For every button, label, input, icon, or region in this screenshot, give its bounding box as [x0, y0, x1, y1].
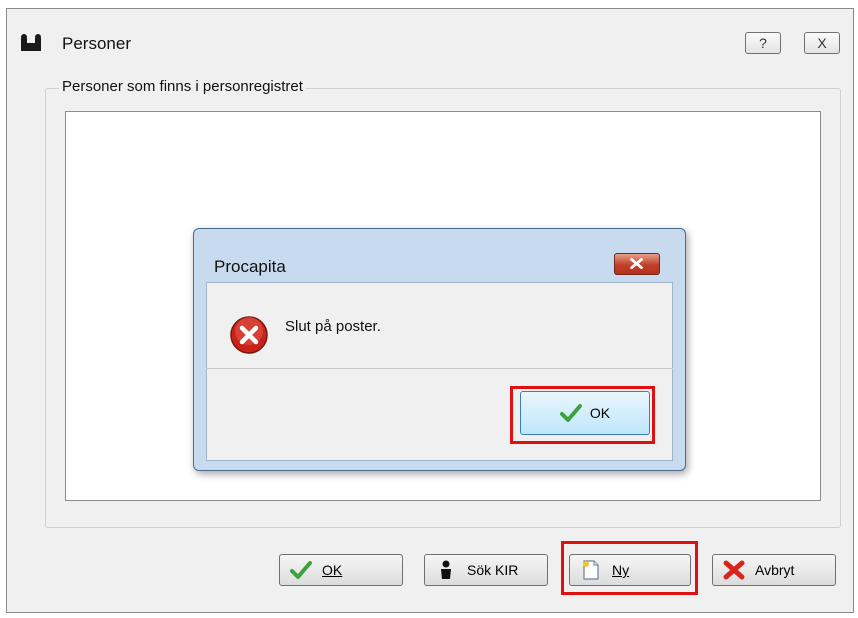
close-icon: X	[817, 35, 827, 51]
dialog-close-button[interactable]	[614, 253, 660, 275]
ok-highlight-box	[510, 386, 655, 444]
sok-kir-button-label: Sök KIR	[467, 562, 519, 578]
error-icon	[230, 316, 268, 354]
title-bar	[7, 9, 853, 49]
close-icon	[630, 258, 643, 269]
ok-button[interactable]: OK	[279, 554, 403, 586]
dialog-title: Procapita	[214, 257, 286, 276]
person-icon	[441, 560, 451, 579]
window-close-button[interactable]: X	[804, 32, 840, 54]
help-icon: ?	[759, 35, 767, 51]
avbryt-button-label: Avbryt	[755, 562, 795, 578]
dialog-separator	[206, 368, 673, 369]
ny-highlight-box	[561, 541, 698, 595]
check-icon	[290, 561, 312, 579]
ok-button-label: OK	[322, 562, 343, 578]
sok-kir-button[interactable]: Sök KIR	[424, 554, 548, 586]
groupbox-label: Personer som finns i personregistret	[59, 78, 306, 95]
window-title: Personer	[62, 34, 131, 53]
avbryt-button[interactable]: Avbryt	[712, 554, 836, 586]
people-icon	[21, 34, 41, 51]
help-button[interactable]: ?	[745, 32, 781, 54]
red-x-icon	[723, 560, 745, 580]
dialog-message: Slut på poster.	[285, 318, 381, 335]
